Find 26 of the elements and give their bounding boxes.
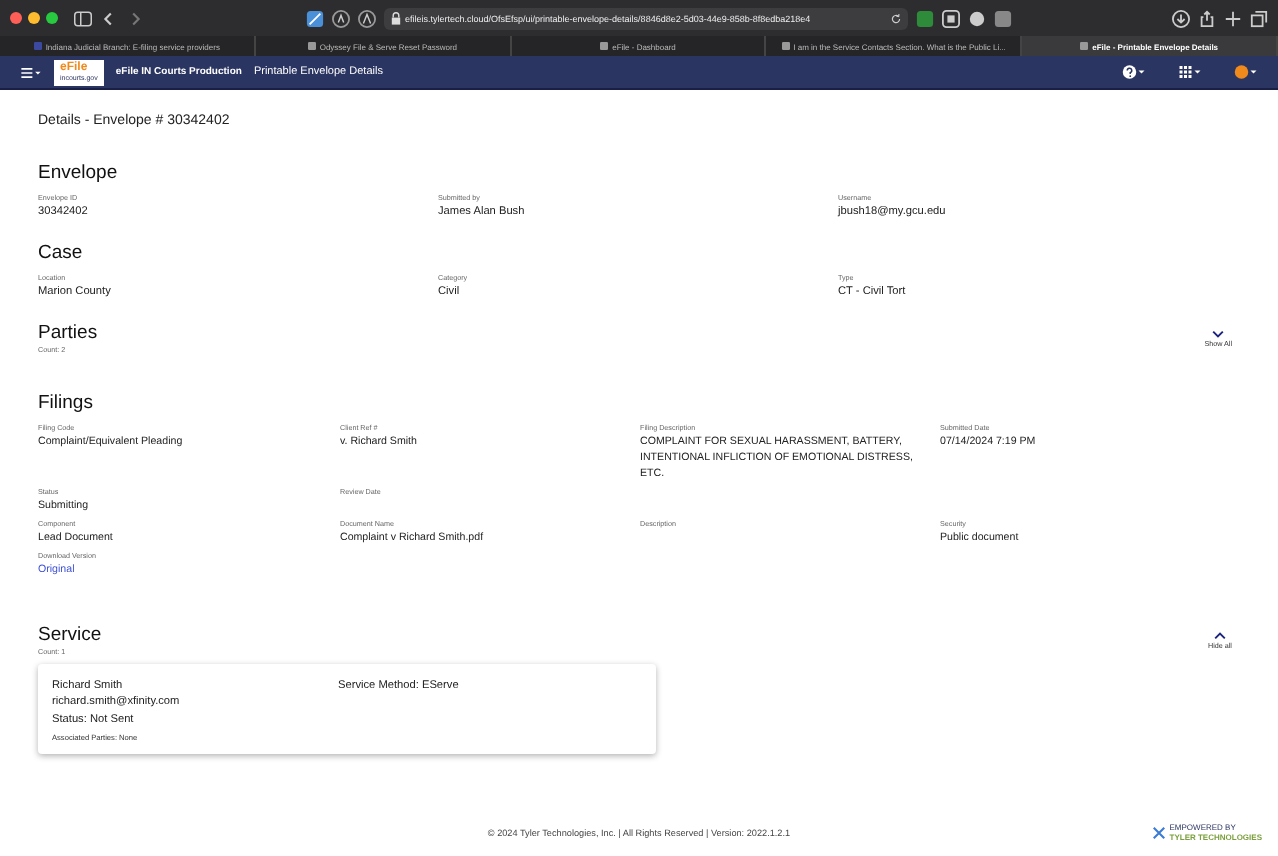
page-icon <box>33 42 42 50</box>
section-heading: Service <box>38 624 102 646</box>
minimize-window-icon[interactable] <box>28 12 40 24</box>
avatar-icon[interactable] <box>1234 64 1258 80</box>
share-icon[interactable] <box>1198 9 1216 27</box>
section-heading: Envelope <box>38 162 120 184</box>
plus-icon[interactable] <box>1224 9 1242 27</box>
chevron-up-icon <box>1214 632 1226 640</box>
section-heading: Case <box>38 242 85 264</box>
sidebar-icon[interactable] <box>74 9 92 27</box>
page-icon <box>307 42 316 50</box>
menu-icon[interactable] <box>20 65 42 79</box>
page-icon <box>600 42 609 50</box>
section-heading: Filings <box>38 392 95 414</box>
help-icon[interactable] <box>1122 64 1146 80</box>
close-window-icon[interactable] <box>10 12 22 24</box>
page-icon <box>1080 42 1089 50</box>
apps-grid-icon[interactable] <box>1178 64 1202 80</box>
page-icon <box>781 42 790 50</box>
chevron-down-icon <box>1212 330 1225 338</box>
section-heading: Parties <box>38 322 98 344</box>
zoom-window-icon[interactable] <box>46 12 58 24</box>
download-icon[interactable] <box>1172 9 1190 27</box>
tabs-icon[interactable] <box>1250 9 1268 27</box>
reload-icon[interactable] <box>889 11 901 25</box>
lock-icon <box>389 11 401 25</box>
